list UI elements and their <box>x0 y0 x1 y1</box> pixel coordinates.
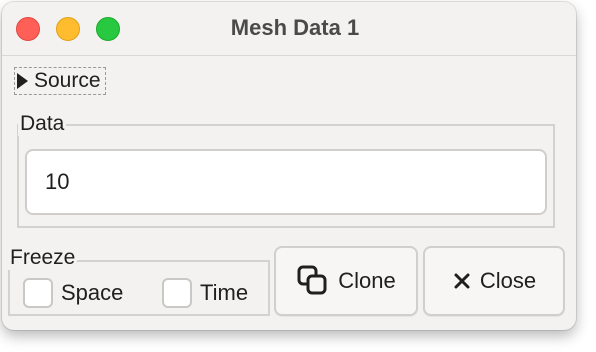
source-label: Source <box>34 69 101 92</box>
freeze-time-checkbox[interactable]: Time <box>162 278 248 308</box>
time-checkbox-label: Time <box>200 280 249 305</box>
close-button-label: Close <box>479 268 537 293</box>
space-checkbox-label: Space <box>61 280 124 305</box>
title-bar[interactable]: Mesh Data 1 <box>2 2 576 56</box>
x-icon <box>454 273 470 289</box>
close-button[interactable]: Close <box>423 246 565 316</box>
freeze-space-checkbox[interactable]: Space <box>23 278 123 308</box>
data-value-input[interactable] <box>25 149 547 215</box>
clone-icon <box>297 265 327 295</box>
clone-button-label: Clone <box>338 268 396 293</box>
time-checkbox-box[interactable] <box>162 278 192 308</box>
data-group-label: Data <box>18 112 67 136</box>
source-disclosure-toggle[interactable]: Source <box>14 67 106 95</box>
window-title: Mesh Data 1 <box>230 15 360 40</box>
space-checkbox-box[interactable] <box>23 278 53 308</box>
disclosure-triangle-icon <box>17 73 28 89</box>
freeze-group-label: Freeze <box>8 246 78 270</box>
clone-button[interactable]: Clone <box>274 246 418 316</box>
